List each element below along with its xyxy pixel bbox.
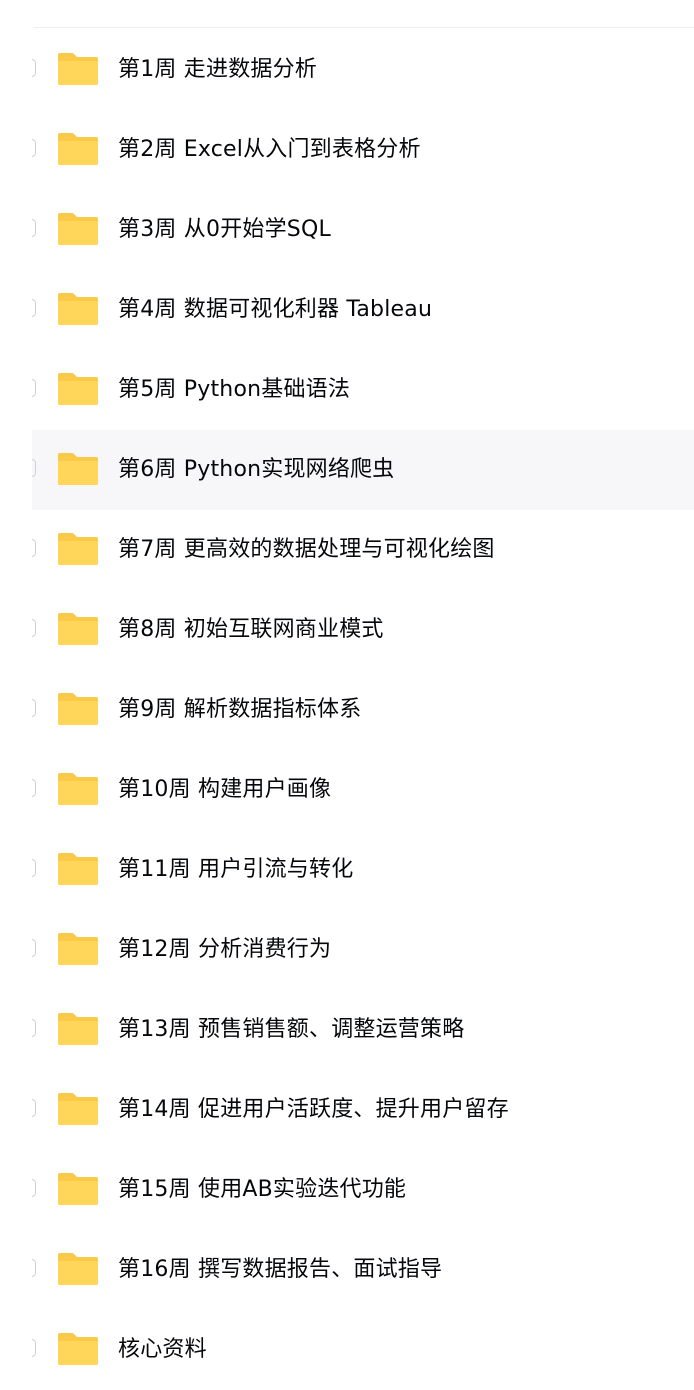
- folder-icon: [57, 52, 99, 86]
- folder-icon: [57, 772, 99, 806]
- file-row[interactable]: 第5周 Python基础语法: [0, 350, 694, 430]
- file-name[interactable]: 第5周 Python基础语法: [118, 377, 350, 403]
- file-list: 第1周 走进数据分析 第2周 Excel从入门到表格分析 第3周 从0开始学SQ…: [0, 30, 694, 1390]
- file-row[interactable]: 第1周 走进数据分析: [0, 30, 694, 110]
- file-row[interactable]: 第9周 解析数据指标体系: [0, 670, 694, 750]
- file-row[interactable]: 第7周 更高效的数据处理与可视化绘图: [0, 510, 694, 590]
- file-name[interactable]: 第4周 数据可视化利器 Tableau: [118, 297, 432, 323]
- file-name[interactable]: 核心资料: [118, 1337, 207, 1363]
- file-name[interactable]: 第15周 使用AB实验迭代功能: [118, 1177, 406, 1203]
- file-name[interactable]: 第2周 Excel从入门到表格分析: [118, 137, 421, 163]
- row-checkbox[interactable]: [32, 779, 36, 797]
- row-checkbox[interactable]: [32, 619, 36, 637]
- folder-icon: [57, 852, 99, 886]
- file-row[interactable]: 第16周 撰写数据报告、面试指导: [0, 1230, 694, 1310]
- file-name[interactable]: 第1周 走进数据分析: [118, 57, 317, 83]
- folder-icon: [57, 292, 99, 326]
- row-checkbox[interactable]: [32, 59, 36, 77]
- file-row[interactable]: 第15周 使用AB实验迭代功能: [0, 1150, 694, 1230]
- file-name[interactable]: 第12周 分析消费行为: [118, 937, 331, 963]
- row-checkbox[interactable]: [32, 1099, 36, 1117]
- file-row-hovered[interactable]: 第6周 Python实现网络爬虫: [0, 430, 694, 510]
- file-row[interactable]: 第13周 预售销售额、调整运营策略: [0, 990, 694, 1070]
- file-row[interactable]: 第11周 用户引流与转化: [0, 830, 694, 910]
- row-checkbox[interactable]: [32, 219, 36, 237]
- folder-icon: [57, 1332, 99, 1366]
- row-checkbox[interactable]: [32, 459, 36, 477]
- file-row[interactable]: 第14周 促进用户活跃度、提升用户留存: [0, 1070, 694, 1150]
- folder-icon: [57, 1092, 99, 1126]
- file-name[interactable]: 第9周 解析数据指标体系: [118, 697, 361, 723]
- folder-icon: [57, 692, 99, 726]
- file-row[interactable]: 第12周 分析消费行为: [0, 910, 694, 990]
- row-checkbox[interactable]: [32, 539, 36, 557]
- folder-icon: [57, 132, 99, 166]
- folder-icon: [57, 212, 99, 246]
- row-checkbox[interactable]: [32, 1179, 36, 1197]
- folder-icon: [57, 372, 99, 406]
- file-name[interactable]: 第6周 Python实现网络爬虫: [118, 457, 394, 483]
- row-checkbox[interactable]: [32, 699, 36, 717]
- folder-icon: [57, 1012, 99, 1046]
- file-row[interactable]: 第10周 构建用户画像: [0, 750, 694, 830]
- row-checkbox[interactable]: [32, 139, 36, 157]
- folder-icon: [57, 1252, 99, 1286]
- file-row[interactable]: 第4周 数据可视化利器 Tableau: [0, 270, 694, 350]
- folder-icon: [57, 612, 99, 646]
- row-checkbox[interactable]: [32, 1019, 36, 1037]
- file-row[interactable]: 核心资料: [0, 1310, 694, 1390]
- file-name[interactable]: 第7周 更高效的数据处理与可视化绘图: [118, 537, 495, 563]
- row-checkbox[interactable]: [32, 379, 36, 397]
- row-checkbox[interactable]: [32, 859, 36, 877]
- file-name[interactable]: 第3周 从0开始学SQL: [118, 217, 331, 243]
- row-checkbox[interactable]: [32, 299, 36, 317]
- row-checkbox[interactable]: [32, 1259, 36, 1277]
- file-row[interactable]: 第3周 从0开始学SQL: [0, 190, 694, 270]
- row-checkbox[interactable]: [32, 1339, 36, 1357]
- folder-icon: [57, 452, 99, 486]
- file-row[interactable]: 第8周 初始互联网商业模式: [0, 590, 694, 670]
- folder-icon: [57, 932, 99, 966]
- file-name[interactable]: 第10周 构建用户画像: [118, 777, 331, 803]
- file-row[interactable]: 第2周 Excel从入门到表格分析: [0, 110, 694, 190]
- top-divider: [34, 27, 694, 28]
- file-name[interactable]: 第14周 促进用户活跃度、提升用户留存: [118, 1097, 509, 1123]
- file-name[interactable]: 第16周 撰写数据报告、面试指导: [118, 1257, 442, 1283]
- folder-icon: [57, 532, 99, 566]
- file-name[interactable]: 第8周 初始互联网商业模式: [118, 617, 384, 643]
- file-name[interactable]: 第11周 用户引流与转化: [118, 857, 353, 883]
- row-checkbox[interactable]: [32, 939, 36, 957]
- file-name[interactable]: 第13周 预售销售额、调整运营策略: [118, 1017, 464, 1043]
- folder-icon: [57, 1172, 99, 1206]
